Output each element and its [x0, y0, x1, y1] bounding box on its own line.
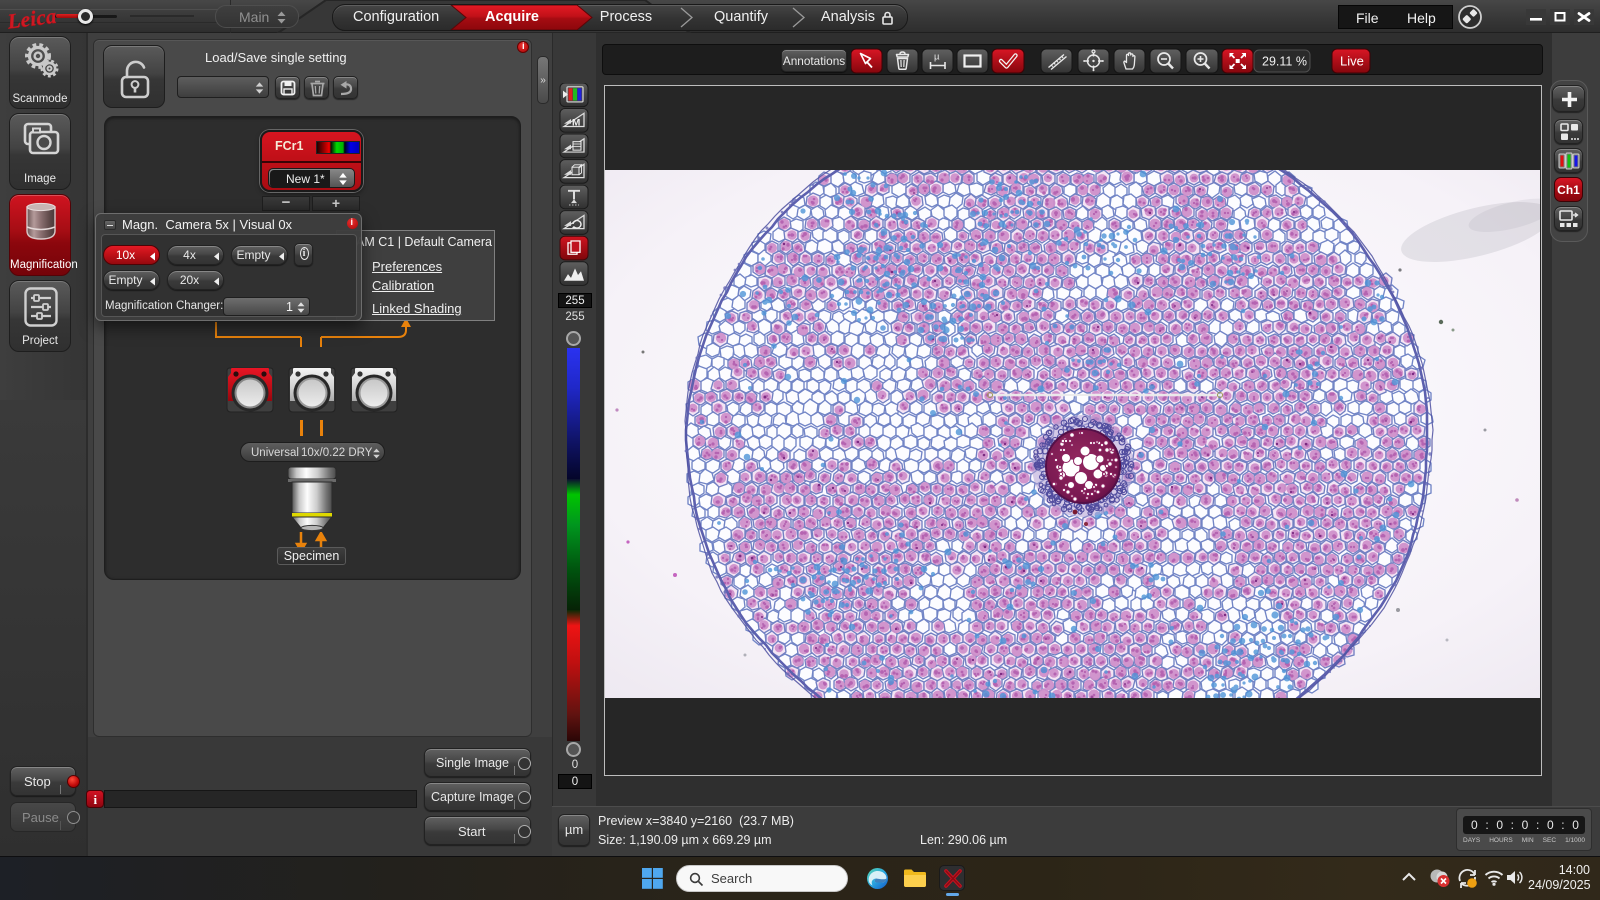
svg-text:µ: µ [934, 52, 940, 63]
svg-text:M: M [572, 118, 580, 129]
svg-text:29.11 %: 29.11 % [1262, 55, 1307, 69]
svg-text:Live: Live [1340, 54, 1364, 69]
